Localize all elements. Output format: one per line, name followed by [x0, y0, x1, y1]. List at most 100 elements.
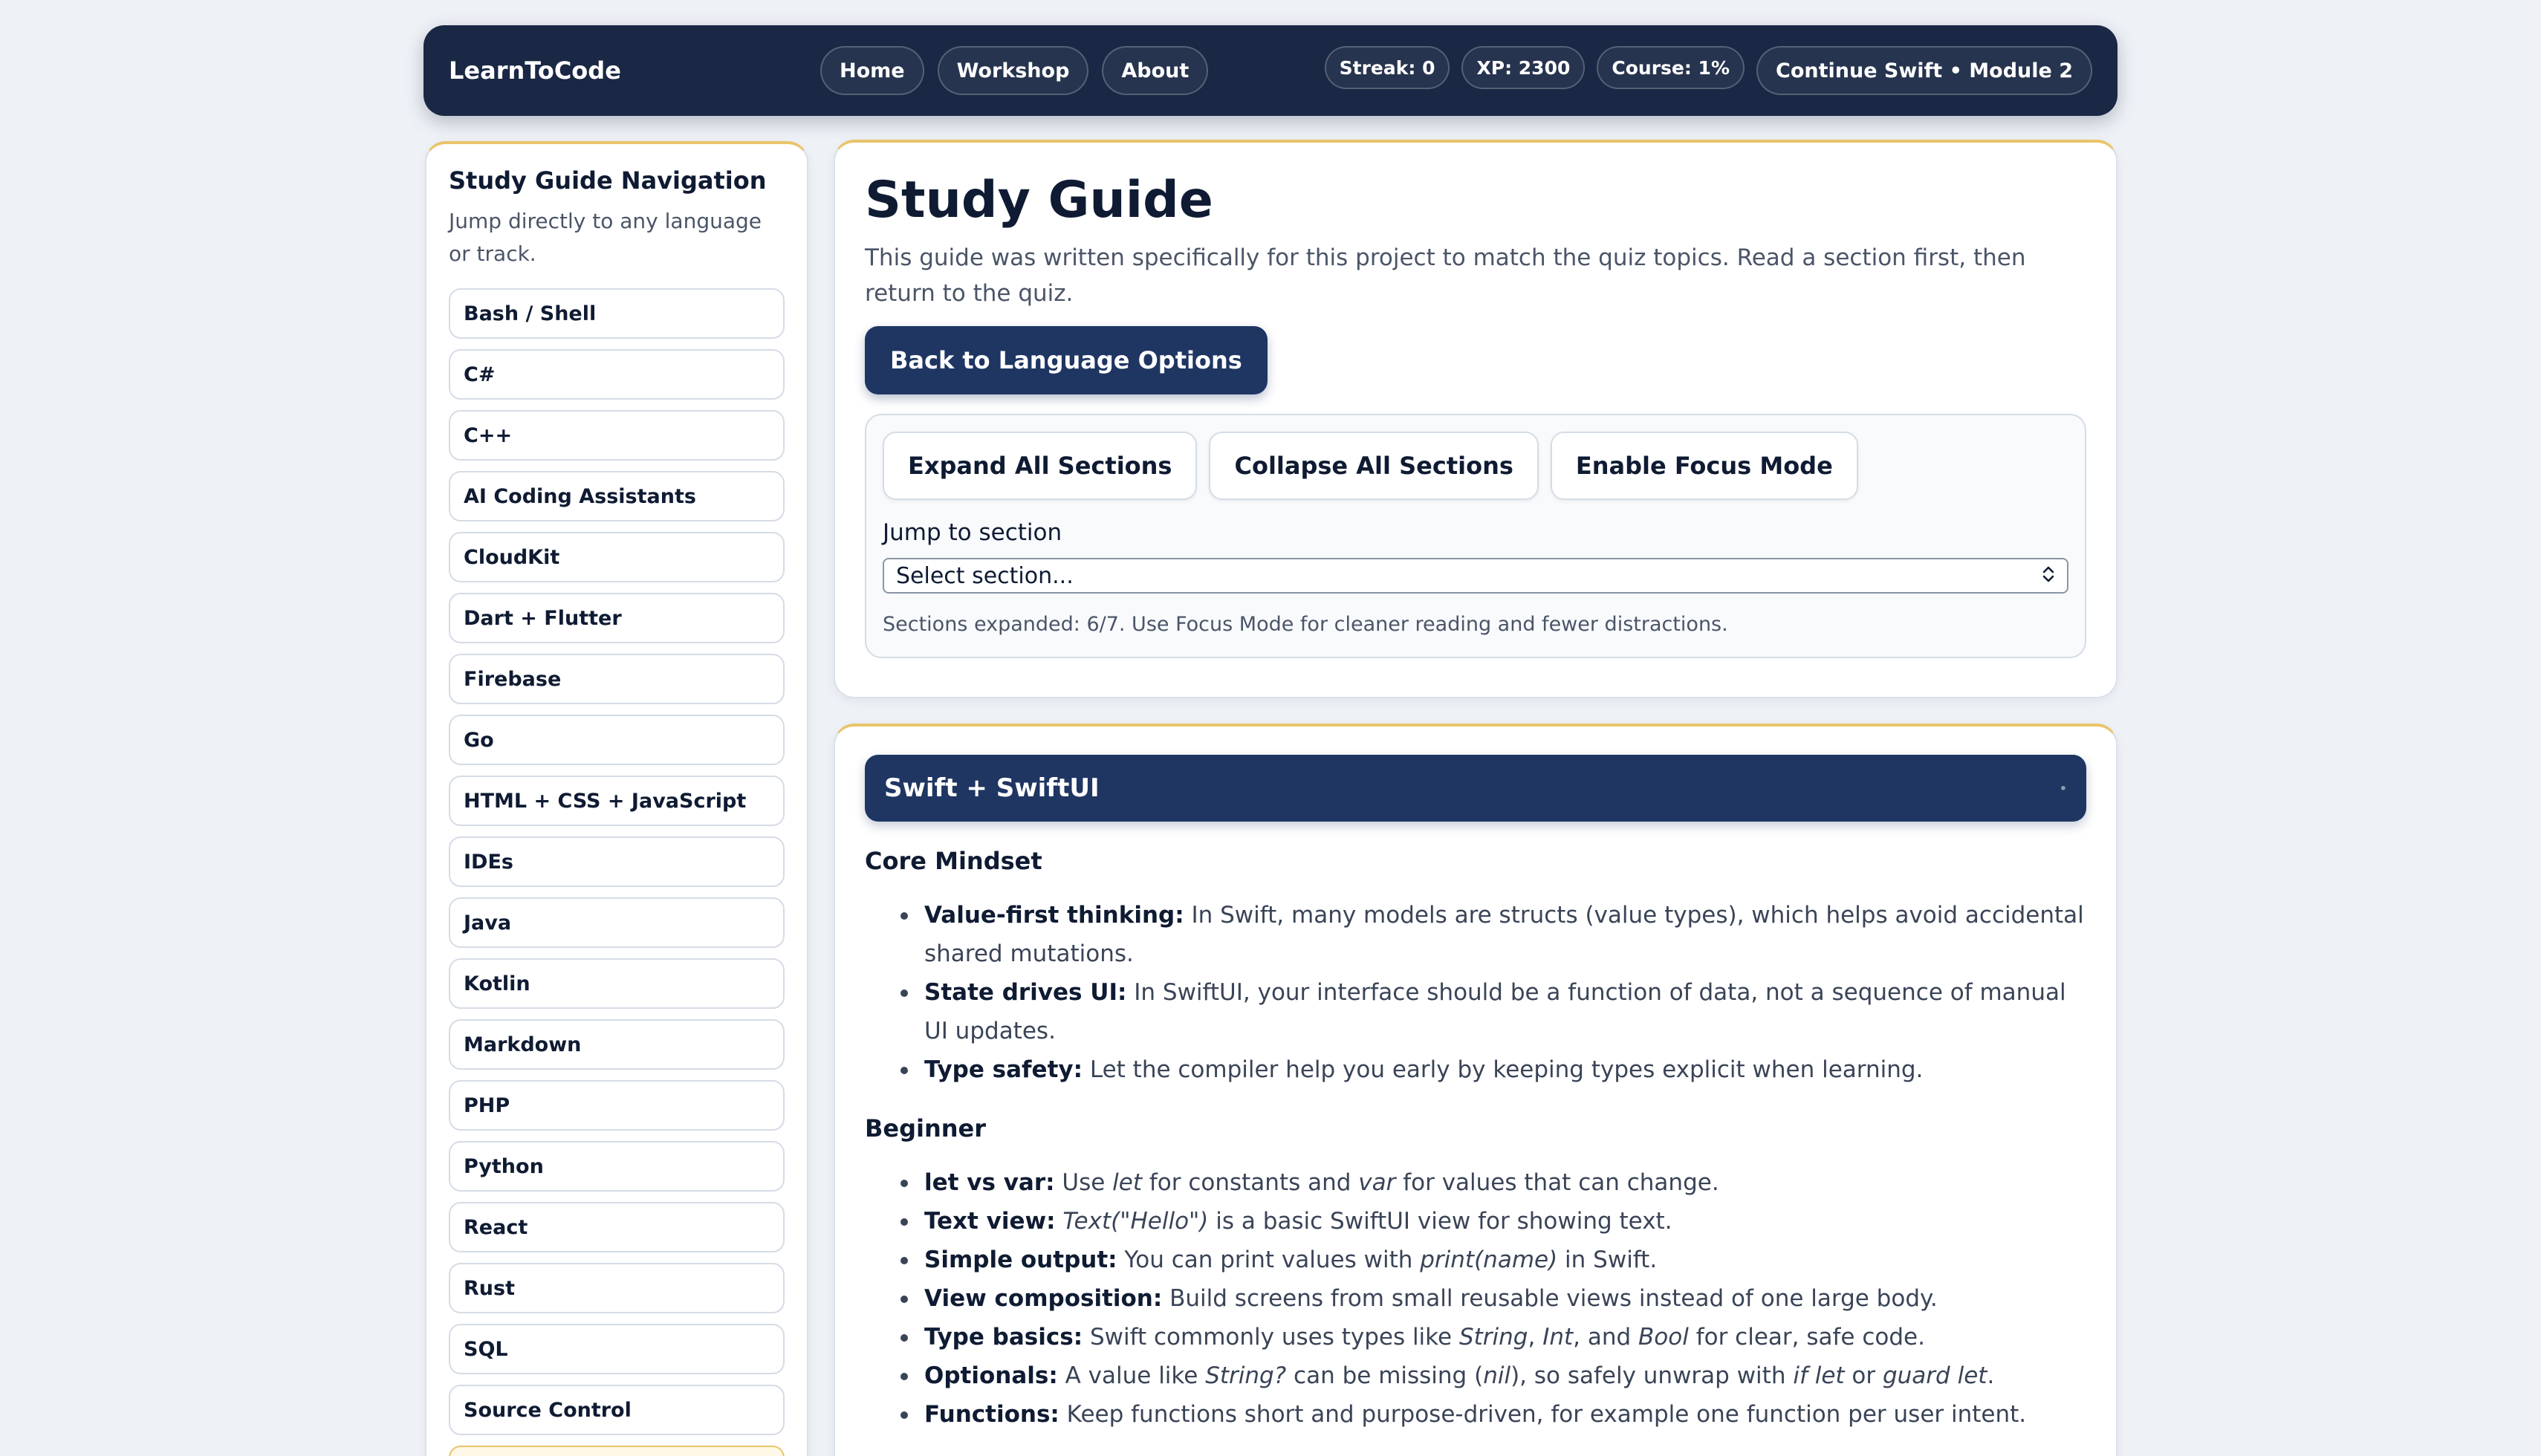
text-fragment: Use: [1054, 1169, 1113, 1196]
sidebar-item[interactable]: PHP: [449, 1080, 785, 1131]
top-navbar: LearnToCode Home Workshop About Streak: …: [424, 25, 2118, 116]
swift-section-card: Swift + SwiftUI • Core Mindset Value-fir…: [834, 724, 2118, 1456]
code-term: Int: [1542, 1324, 1574, 1351]
text-fragment: can be missing (: [1286, 1362, 1484, 1389]
sidebar-item[interactable]: Bash / Shell: [449, 288, 785, 339]
stats-group: Streak: 0 XP: 2300 Course: 1% Continue S…: [1324, 46, 2092, 95]
beginner-heading: Beginner: [865, 1114, 987, 1143]
term-label: Type safety:: [924, 1056, 1083, 1083]
text-fragment: [1056, 1208, 1063, 1235]
nav-workshop-link[interactable]: Workshop: [937, 46, 1089, 95]
sidebar-item[interactable]: C#: [449, 349, 785, 400]
sidebar-item[interactable]: Source Control: [449, 1385, 785, 1435]
term-label: Value-first thinking:: [924, 902, 1184, 929]
term-label: Type basics:: [924, 1324, 1083, 1351]
text-fragment: A value like: [1057, 1362, 1206, 1389]
text-fragment: ,: [1528, 1324, 1543, 1351]
code-term: String?: [1205, 1362, 1287, 1389]
list-item: Type basics: Swift commonly uses types l…: [865, 1318, 2086, 1356]
section-header-toggle[interactable]: Swift + SwiftUI •: [865, 755, 2086, 822]
list-item: Simple output: You can print values with…: [865, 1241, 2086, 1279]
text-fragment: for clear, safe code.: [1688, 1324, 1925, 1351]
sidebar-item[interactable]: AI Coding Assistants: [449, 471, 785, 521]
guide-tools-panel: Expand All Sections Collapse All Section…: [865, 414, 2086, 658]
nav-about-link[interactable]: About: [1102, 46, 1209, 95]
select-updown-icon: [2042, 565, 2055, 588]
focus-mode-button[interactable]: Enable Focus Mode: [1550, 432, 1858, 500]
code-term: guard let: [1882, 1362, 1987, 1389]
text-fragment: .: [1987, 1362, 1995, 1389]
sidebar-item[interactable]: C++: [449, 410, 785, 461]
text-fragment: for values that can change.: [1395, 1169, 1719, 1196]
main-nav: Home Workshop About: [820, 46, 1209, 95]
text-fragment: Build screens from small reusable views …: [1162, 1285, 1938, 1312]
sidebar-item[interactable]: Java: [449, 897, 785, 948]
sections-status-text: Sections expanded: 6/7. Use Focus Mode f…: [883, 613, 1728, 636]
sidebar-item[interactable]: React: [449, 1202, 785, 1252]
text-fragment: in Swift.: [1557, 1247, 1658, 1273]
list-item: Functions: Keep functions short and purp…: [865, 1395, 2086, 1434]
collapse-all-button[interactable]: Collapse All Sections: [1209, 432, 1539, 500]
core-mindset-heading: Core Mindset: [865, 847, 1042, 875]
sidebar-item[interactable]: Firebase: [449, 654, 785, 704]
brand-logo[interactable]: LearnToCode: [449, 56, 820, 85]
code-term: let: [1112, 1169, 1142, 1196]
code-term: nil: [1483, 1362, 1511, 1389]
sidebar-item[interactable]: Rust: [449, 1263, 785, 1313]
nav-home-link[interactable]: Home: [820, 46, 924, 95]
sidebar-item[interactable]: IDEs: [449, 836, 785, 887]
beginner-list: let vs var: Use let for constants and va…: [865, 1163, 2086, 1434]
code-term: Bool: [1638, 1324, 1689, 1351]
sidebar-item[interactable]: Python: [449, 1141, 785, 1192]
sidebar-item[interactable]: CloudKit: [449, 532, 785, 582]
sidebar-item[interactable]: Dart + Flutter: [449, 593, 785, 643]
core-mindset-list: Value-first thinking: In Swift, many mod…: [865, 896, 2086, 1089]
sidebar-item[interactable]: HTML + CSS + JavaScript: [449, 776, 785, 826]
section-select[interactable]: Select section...: [883, 558, 2068, 594]
text-fragment: Swift commonly uses types like: [1083, 1324, 1459, 1351]
text-fragment: , and: [1573, 1324, 1639, 1351]
xp-badge: XP: 2300: [1461, 46, 1586, 89]
list-item: View composition: Build screens from sma…: [865, 1279, 2086, 1318]
code-term: String: [1458, 1324, 1528, 1351]
list-item: Optionals: A value like String? can be m…: [865, 1356, 2086, 1395]
code-term: if let: [1793, 1362, 1845, 1389]
sidebar-list: Bash / Shell C# C++ AI Coding Assistants Clo…: [449, 288, 785, 1456]
sidebar-item[interactable]: Markdown: [449, 1019, 785, 1070]
continue-course-button[interactable]: Continue Swift • Module 2: [1756, 46, 2092, 95]
study-guide-sidebar: Study Guide Navigation Jump directly to …: [425, 141, 808, 1456]
section-select-value: Select section...: [896, 562, 1074, 589]
term-label: let vs var:: [924, 1169, 1055, 1196]
jump-to-section-label: Jump to section: [883, 519, 1062, 546]
sidebar-description: Jump directly to any language or track.: [449, 209, 762, 266]
sidebar-item[interactable]: Kotlin: [449, 958, 785, 1009]
list-item: Value-first thinking: In Swift, many mod…: [865, 896, 2086, 973]
page-title: Study Guide: [865, 171, 1213, 230]
list-item: Text view: Text("Hello") is a basic Swif…: [865, 1202, 2086, 1241]
tool-buttons-row: Expand All Sections Collapse All Section…: [883, 432, 2068, 500]
text-fragment: is a basic SwiftUI view for showing text…: [1208, 1208, 1672, 1235]
sidebar-item[interactable]: Go: [449, 715, 785, 765]
course-progress-badge: Course: 1%: [1597, 46, 1745, 89]
term-label: View composition:: [924, 1285, 1163, 1312]
term-description: Let the compiler help you early by keepi…: [1083, 1056, 1924, 1083]
list-item: Type safety: Let the compiler help you e…: [865, 1050, 2086, 1089]
back-to-language-options-button[interactable]: Back to Language Options: [865, 326, 1268, 394]
page: LearnToCode Home Workshop About Streak: …: [0, 0, 2541, 1456]
term-label: Text view:: [924, 1208, 1056, 1235]
list-item: let vs var: Use let for constants and va…: [865, 1163, 2086, 1202]
term-label: State drives UI:: [924, 979, 1127, 1006]
term-label: Simple output:: [924, 1247, 1117, 1273]
text-fragment: or: [1844, 1362, 1883, 1389]
sidebar-item[interactable]: [449, 1446, 785, 1456]
text-fragment: Keep functions short and purpose-driven,…: [1059, 1401, 2027, 1428]
code-term: print(name): [1420, 1247, 1558, 1273]
sidebar-title: Study Guide Navigation: [449, 166, 767, 195]
code-term: Text("Hello"): [1062, 1208, 1209, 1235]
streak-badge: Streak: 0: [1324, 46, 1450, 89]
collapse-toggle-icon: •: [2059, 781, 2067, 796]
expand-all-button[interactable]: Expand All Sections: [883, 432, 1198, 500]
study-guide-header-card: Study Guide This guide was written speci…: [834, 140, 2118, 698]
sidebar-item[interactable]: SQL: [449, 1324, 785, 1374]
text-fragment: ), so safely unwrap with: [1510, 1362, 1794, 1389]
